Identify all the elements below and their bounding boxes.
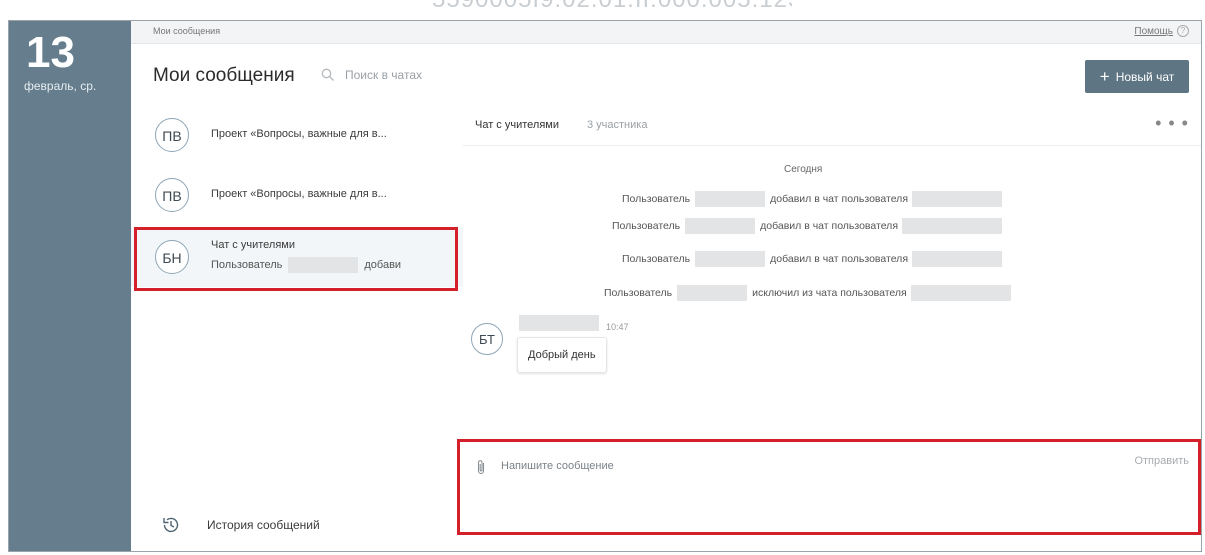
help-link[interactable]: Помощь ? — [1134, 25, 1189, 37]
history-label: История сообщений — [207, 518, 320, 532]
chat-title: Проект «Вопросы, важные для в... — [211, 128, 387, 140]
plus-icon: + — [1099, 67, 1110, 86]
chat-list-item[interactable]: ПВ Проект «Вопросы, важные для в... — [131, 165, 463, 225]
redacted-username — [685, 218, 756, 234]
message-composer: Отправить — [457, 439, 1201, 535]
search-input[interactable] — [343, 67, 477, 83]
page-title: Мои сообщения — [153, 65, 295, 86]
system-message-action: добавил в чат пользователя — [770, 253, 908, 265]
chat-title: Проект «Вопросы, важные для в... — [211, 188, 387, 200]
new-chat-button[interactable]: + Новый чат — [1085, 60, 1189, 93]
redacted-author — [519, 315, 599, 331]
system-message-prefix: Пользователь — [612, 220, 681, 232]
message-time: 10:47 — [606, 322, 629, 332]
message-avatar: БТ — [471, 323, 503, 355]
chat-preview-prefix: Пользователь — [211, 259, 283, 271]
system-message: Пользователь добавил в чат пользователя — [612, 218, 1002, 234]
message-bubble: Добрый день — [517, 337, 607, 373]
redacted-username — [677, 285, 748, 301]
redacted-username — [288, 257, 359, 273]
redacted-username — [695, 251, 766, 267]
message-history-link[interactable]: История сообщений — [161, 515, 320, 535]
message-input[interactable] — [499, 455, 1063, 477]
chat-preview-suffix: добави — [364, 259, 402, 271]
history-icon — [163, 517, 179, 533]
paperclip-icon[interactable] — [475, 458, 487, 476]
system-message: Пользователь исключил из чата пользовате… — [604, 285, 1011, 301]
chat-list-item[interactable]: ПВ Проект «Вопросы, важные для в... — [131, 107, 463, 167]
chat-title: Чат с учителями — [211, 239, 295, 251]
date-rail: 13 февраль, ср. — [9, 21, 131, 551]
chat-list: ПВ Проект «Вопросы, важные для в... ПВ П… — [131, 107, 463, 551]
new-chat-label: Новый чат — [1115, 69, 1175, 84]
system-message-prefix: Пользователь — [622, 193, 691, 205]
avatar: ПВ — [155, 178, 189, 212]
system-message: Пользователь добавил в чат пользователя — [622, 191, 1002, 207]
breadcrumb-bar: Мои сообщения Помощь ? — [131, 21, 1201, 44]
search-icon — [321, 68, 334, 81]
redacted-username — [910, 285, 1011, 301]
day-separator: Сегодня — [784, 164, 823, 175]
redacted-username — [902, 218, 1002, 234]
system-message-action: исключил из чата пользователя — [752, 287, 907, 299]
chat-header: Чат с учителями 3 участника • • • — [463, 107, 1201, 146]
chat-list-item-active[interactable]: БН Чат с учителями Пользователь добави — [131, 227, 463, 287]
chat-preview: Пользователь добави — [211, 257, 401, 273]
system-message-prefix: Пользователь — [604, 287, 673, 299]
redacted-username — [912, 191, 1002, 207]
watermark: 5590005I9.02.01.II.000.005.123 — [432, 0, 792, 22]
help-icon: ? — [1177, 25, 1189, 37]
system-message-prefix: Пользователь — [622, 253, 691, 265]
send-button[interactable]: Отправить — [1134, 455, 1189, 467]
participants-count[interactable]: 3 участника — [587, 119, 647, 131]
system-message-action: добавил в чат пользователя — [770, 193, 908, 205]
breadcrumb[interactable]: Мои сообщения — [153, 26, 220, 36]
messages-header: Мои сообщения + Новый чат — [131, 43, 1201, 107]
chat-search[interactable] — [321, 67, 477, 83]
redacted-username — [695, 191, 766, 207]
system-message: Пользователь добавил в чат пользователя — [622, 251, 1002, 267]
avatar: БН — [155, 240, 189, 274]
chat-name: Чат с учителями — [475, 119, 559, 131]
more-icon[interactable]: • • • — [1155, 113, 1189, 134]
date-weekday: февраль, ср. — [24, 79, 97, 93]
redacted-username — [912, 251, 1002, 267]
system-message-action: добавил в чат пользователя — [760, 220, 898, 232]
help-label: Помощь — [1134, 25, 1173, 37]
avatar: ПВ — [155, 118, 189, 152]
date-day: 13 — [26, 28, 75, 77]
app-window: 13 февраль, ср. Мои сообщения Помощь ? М… — [8, 20, 1202, 552]
